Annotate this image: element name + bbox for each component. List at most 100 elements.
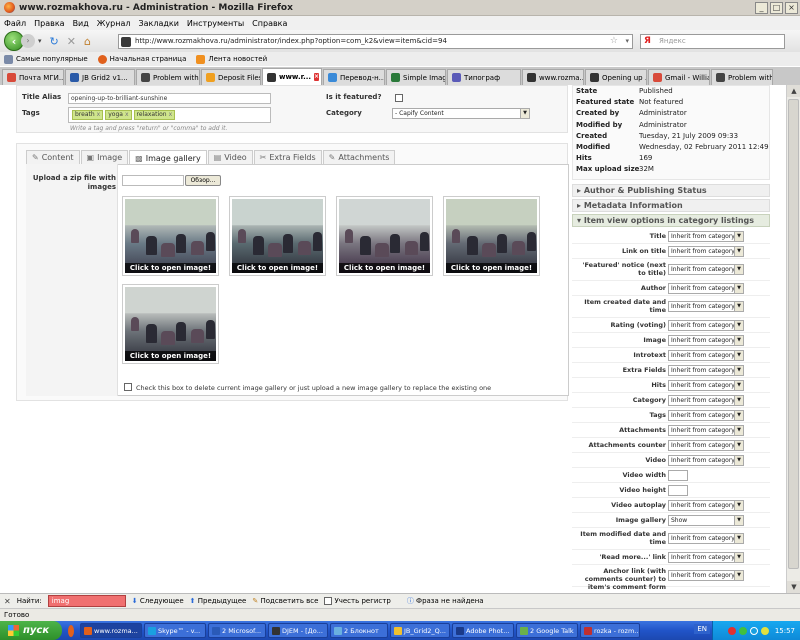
search-input[interactable]: Я Яндекс xyxy=(640,34,785,49)
history-dropdown-icon[interactable]: ▾ xyxy=(38,37,42,45)
taskbar-button[interactable]: rozka - rozm... xyxy=(580,623,640,638)
taskbar-button[interactable]: 2 Microsof... xyxy=(208,623,266,638)
close-button[interactable]: × xyxy=(785,2,798,14)
browser-tab[interactable]: Почта МГИ... xyxy=(2,69,64,85)
scroll-down-icon[interactable]: ▼ xyxy=(787,581,800,593)
page-scrollbar[interactable]: ▲ ▼ xyxy=(786,85,800,593)
tag-chip[interactable]: breath x xyxy=(72,110,104,120)
delete-gallery-checkbox[interactable] xyxy=(124,383,132,391)
url-dropdown-icon[interactable]: ▾ xyxy=(625,35,629,48)
gallery-thumbnail[interactable]: Click to open image! xyxy=(336,196,433,276)
menu-file[interactable]: Файл xyxy=(4,19,26,28)
option-text-input[interactable] xyxy=(668,485,688,496)
tray-volume-icon[interactable] xyxy=(760,626,769,635)
forward-button[interactable]: › xyxy=(21,34,35,48)
option-select[interactable]: Inherit from category ▼ xyxy=(668,246,744,257)
zip-file-input[interactable] xyxy=(122,175,184,186)
tab-content[interactable]: ✎ Content xyxy=(26,150,80,164)
tray-antivirus-icon[interactable] xyxy=(727,626,736,635)
tag-remove-icon[interactable]: x xyxy=(169,111,173,118)
menu-bookmarks[interactable]: Закладки xyxy=(138,19,178,28)
option-select[interactable]: Inherit from category ▼ xyxy=(668,350,744,361)
tray-network-icon[interactable] xyxy=(738,626,747,635)
browser-tab[interactable]: Gmail - Willia... xyxy=(648,69,710,85)
tag-remove-icon[interactable]: x xyxy=(125,111,129,118)
taskbar-button[interactable]: JB_Grid2_Q... xyxy=(390,623,450,638)
browser-tab[interactable]: Problem with... xyxy=(136,69,200,85)
option-select[interactable]: Inherit from category ▼ xyxy=(668,335,744,346)
maximize-button[interactable]: □ xyxy=(770,2,783,14)
tag-chip[interactable]: yoga x xyxy=(105,110,132,120)
tag-chip[interactable]: relaxation x xyxy=(133,110,176,120)
browser-tab[interactable]: Перевод-н... xyxy=(323,69,385,85)
browser-tab[interactable]: Problem with... xyxy=(711,69,773,85)
scroll-up-icon[interactable]: ▲ xyxy=(787,85,800,97)
tab-image[interactable]: ▣ Image xyxy=(80,150,129,164)
minimize-button[interactable]: _ xyxy=(755,2,768,14)
browser-tab[interactable]: Opening up ... xyxy=(585,69,647,85)
option-select[interactable]: Inherit from category ▼ xyxy=(668,264,744,275)
reload-icon[interactable]: ↻ xyxy=(50,35,59,48)
browser-tab[interactable]: JB Grid2 v1... xyxy=(65,69,135,85)
browser-tab[interactable]: Типограф xyxy=(447,69,521,85)
option-select[interactable]: Inherit from category ▼ xyxy=(668,320,744,331)
home-icon[interactable]: ⌂ xyxy=(84,35,91,48)
gallery-thumbnail[interactable]: Click to open image! xyxy=(122,196,219,276)
option-select[interactable]: Inherit from category ▼ xyxy=(668,231,744,242)
option-select[interactable]: Inherit from category ▼ xyxy=(668,301,744,312)
taskbar-button[interactable]: DJEM - [До... xyxy=(268,623,328,638)
featured-checkbox[interactable] xyxy=(395,94,403,102)
menu-tools[interactable]: Инструменты xyxy=(187,19,244,28)
url-bar[interactable]: http://www.rozmakhova.ru/administrator/i… xyxy=(118,34,633,49)
option-select[interactable]: Inherit from category ▼ xyxy=(668,380,744,391)
option-select[interactable]: Inherit from category ▼ xyxy=(668,425,744,436)
browser-tab[interactable]: Deposit Files xyxy=(201,69,261,85)
option-select[interactable]: Inherit from category ▼ xyxy=(668,570,744,581)
bookmark-news-feed[interactable]: Лента новостей xyxy=(196,54,267,64)
gallery-thumbnail[interactable]: Click to open image! xyxy=(443,196,540,276)
menu-history[interactable]: Журнал xyxy=(97,19,131,28)
tag-remove-icon[interactable]: x xyxy=(97,111,101,118)
highlight-all-button[interactable]: ✎ Подсветить все xyxy=(252,597,318,605)
start-button[interactable]: пуск xyxy=(0,621,62,640)
taskbar-button[interactable]: Adobe Phot... xyxy=(452,623,514,638)
taskbar-button[interactable]: www.rozma... xyxy=(80,623,142,638)
option-select[interactable]: Inherit from category ▼ xyxy=(668,283,744,294)
menu-help[interactable]: Справка xyxy=(252,19,287,28)
option-select[interactable]: Inherit from category ▼ xyxy=(668,533,744,544)
category-select[interactable]: - Capify Content ▼ xyxy=(392,108,530,119)
gallery-thumbnail[interactable]: Click to open image! xyxy=(229,196,326,276)
bookmark-star-icon[interactable]: ☆ xyxy=(610,35,618,48)
item-view-options-toggle[interactable]: ▾ Item view options in category listings xyxy=(572,214,770,227)
bookmark-most-visited[interactable]: Самые популярные xyxy=(4,54,88,64)
option-select[interactable]: Inherit from category ▼ xyxy=(668,395,744,406)
find-next-button[interactable]: ⬇ Следующее xyxy=(132,597,184,605)
option-text-input[interactable] xyxy=(668,470,688,481)
quicklaunch-firefox-icon[interactable] xyxy=(68,624,74,637)
option-select[interactable]: Inherit from category ▼ xyxy=(668,440,744,451)
tags-input[interactable]: breath x yoga x relaxation x xyxy=(68,107,271,123)
option-select[interactable]: Inherit from category ▼ xyxy=(668,500,744,511)
match-case-toggle[interactable]: Учесть регистр xyxy=(324,597,391,605)
yandex-icon[interactable]: Я xyxy=(644,35,651,48)
browser-tab[interactable]: Simple Imag... xyxy=(386,69,446,85)
title-alias-input[interactable]: opening-up-to-brilliant-sunshine xyxy=(68,93,271,104)
taskbar-button[interactable]: Skype™ - v... xyxy=(144,623,206,638)
tray-skype-icon[interactable] xyxy=(749,626,758,635)
tab-extra-fields[interactable]: ✂ Extra Fields xyxy=(253,150,322,164)
close-find-icon[interactable]: ✕ xyxy=(4,597,11,606)
tab-attachments[interactable]: ✎ Attachments xyxy=(322,150,396,164)
browser-tab[interactable]: www.r... × xyxy=(262,68,322,85)
browse-button[interactable]: Обзор... xyxy=(185,175,221,186)
option-select[interactable]: Inherit from category ▼ xyxy=(668,455,744,466)
bookmark-start-page[interactable]: Начальная страница xyxy=(97,54,186,64)
menu-view[interactable]: Вид xyxy=(73,19,89,28)
tab-video[interactable]: ▤ Video xyxy=(207,150,253,164)
option-select[interactable]: Show ▼ xyxy=(668,515,744,526)
taskbar-button[interactable]: 2 Google Talk xyxy=(516,623,578,638)
stop-icon[interactable]: ✕ xyxy=(67,35,76,48)
author-publishing-toggle[interactable]: ▸ Author & Publishing Status xyxy=(572,184,770,197)
menu-edit[interactable]: Правка xyxy=(34,19,64,28)
gallery-thumbnail[interactable]: Click to open image! xyxy=(122,284,219,364)
tab-close-icon[interactable]: × xyxy=(314,73,320,81)
